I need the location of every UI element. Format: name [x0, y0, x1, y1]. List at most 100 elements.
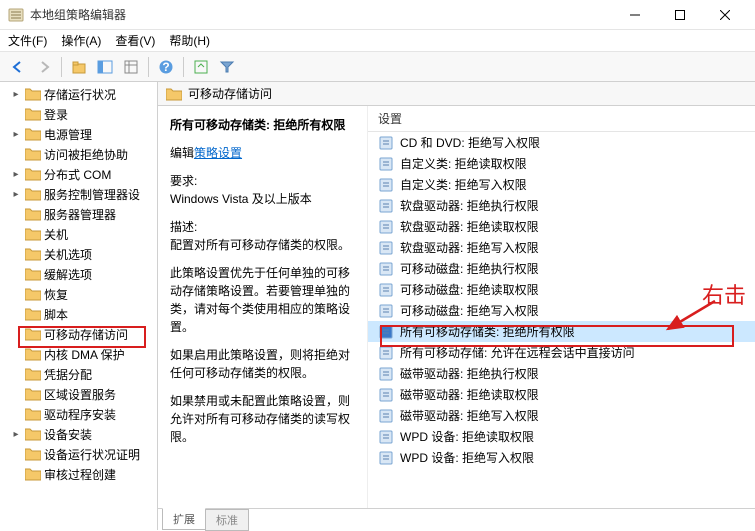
tree-item[interactable]: ▸设备安装	[0, 424, 157, 444]
setting-item[interactable]: 可移动磁盘: 拒绝读取权限	[368, 279, 755, 300]
tree-item-label: 区域设置服务	[44, 386, 116, 403]
menu-action[interactable]: 操作(A)	[61, 32, 101, 49]
tree-item[interactable]: 缓解选项	[0, 264, 157, 284]
folder-icon	[25, 167, 41, 181]
folder-icon	[25, 447, 41, 461]
setting-item[interactable]: 可移动磁盘: 拒绝写入权限	[368, 300, 755, 321]
separator	[183, 57, 184, 77]
tree-item[interactable]: 服务器管理器	[0, 204, 157, 224]
setting-item[interactable]: 磁带驱动器: 拒绝执行权限	[368, 363, 755, 384]
tree-item-label: 内核 DMA 保护	[44, 346, 125, 363]
toolbar: ?	[0, 52, 755, 82]
back-button[interactable]	[6, 55, 30, 79]
minimize-button[interactable]	[612, 0, 657, 30]
tree-item-label: 访问被拒绝协助	[44, 146, 128, 163]
tree-item[interactable]: 内核 DMA 保护	[0, 344, 157, 364]
policy-name: 所有可移动存储类: 拒绝所有权限	[170, 116, 355, 134]
tree-item[interactable]: 登录	[0, 104, 157, 124]
tree-item[interactable]: 驱动程序安装	[0, 404, 157, 424]
tree-item[interactable]: 访问被拒绝协助	[0, 144, 157, 164]
setting-item[interactable]: CD 和 DVD: 拒绝写入权限	[368, 132, 755, 153]
menu-view[interactable]: 查看(V)	[115, 32, 155, 49]
up-button[interactable]	[67, 55, 91, 79]
setting-item[interactable]: WPD 设备: 拒绝写入权限	[368, 447, 755, 468]
setting-item[interactable]: 所有可移动存储类: 拒绝所有权限	[368, 321, 755, 342]
maximize-button[interactable]	[657, 0, 702, 30]
menu-help[interactable]: 帮助(H)	[169, 32, 210, 49]
tab-extended[interactable]: 扩展	[162, 508, 206, 530]
settings-column: 设置 CD 和 DVD: 拒绝写入权限自定义类: 拒绝读取权限自定义类: 拒绝写…	[368, 106, 755, 508]
setting-item[interactable]: 软盘驱动器: 拒绝执行权限	[368, 195, 755, 216]
expander-icon[interactable]: ▸	[10, 189, 22, 200]
expander-icon[interactable]: ▸	[10, 169, 22, 180]
tree-item[interactable]: 审核过程创建	[0, 464, 157, 484]
policy-icon	[378, 282, 394, 298]
setting-item[interactable]: WPD 设备: 拒绝读取权限	[368, 426, 755, 447]
export-list-button[interactable]	[119, 55, 143, 79]
close-button[interactable]	[702, 0, 747, 30]
setting-item[interactable]: 自定义类: 拒绝读取权限	[368, 153, 755, 174]
tree-item[interactable]: ▸电源管理	[0, 124, 157, 144]
policy-icon	[378, 345, 394, 361]
tree-item[interactable]: 关机	[0, 224, 157, 244]
folder-icon	[25, 87, 41, 101]
setting-item[interactable]: 磁带驱动器: 拒绝读取权限	[368, 384, 755, 405]
menu-file[interactable]: 文件(F)	[8, 32, 47, 49]
tree-item-label: 设备运行状况证明	[44, 446, 140, 463]
forward-button[interactable]	[32, 55, 56, 79]
tree-item-label: 关机选项	[44, 246, 92, 263]
folder-icon	[25, 187, 41, 201]
show-hide-tree-button[interactable]	[93, 55, 117, 79]
tab-standard[interactable]: 标准	[205, 509, 249, 531]
policy-icon	[378, 261, 394, 277]
tree-item[interactable]: 脚本	[0, 304, 157, 324]
policy-icon	[378, 156, 394, 172]
setting-item[interactable]: 可移动磁盘: 拒绝执行权限	[368, 258, 755, 279]
setting-item[interactable]: 磁带驱动器: 拒绝写入权限	[368, 405, 755, 426]
folder-icon	[25, 227, 41, 241]
setting-item[interactable]: 所有可移动存储: 允许在远程会话中直接访问	[368, 342, 755, 363]
setting-item[interactable]: 软盘驱动器: 拒绝写入权限	[368, 237, 755, 258]
folder-icon	[25, 147, 41, 161]
folder-icon	[166, 87, 182, 101]
tree-item[interactable]: 恢复	[0, 284, 157, 304]
policy-icon	[378, 303, 394, 319]
refresh-button[interactable]	[189, 55, 213, 79]
tree-panel[interactable]: ▸存储运行状况登录▸电源管理访问被拒绝协助▸分布式 COM▸服务控制管理器设服务…	[0, 82, 158, 530]
setting-item-label: 磁带驱动器: 拒绝执行权限	[400, 365, 539, 382]
tree-item[interactable]: 关机选项	[0, 244, 157, 264]
folder-icon	[25, 207, 41, 221]
separator	[61, 57, 62, 77]
right-header-title: 可移动存储访问	[188, 85, 272, 102]
expander-icon[interactable]: ▸	[10, 129, 22, 140]
tree-item-label: 登录	[44, 106, 68, 123]
expander-icon[interactable]: ▸	[10, 429, 22, 440]
filter-button[interactable]	[215, 55, 239, 79]
settings-header[interactable]: 设置	[368, 106, 755, 132]
tree-item-label: 缓解选项	[44, 266, 92, 283]
tree-item[interactable]: ▸存储运行状况	[0, 84, 157, 104]
tree-item[interactable]: 设备运行状况证明	[0, 444, 157, 464]
edit-policy-link[interactable]: 策略设置	[194, 146, 242, 160]
description-text-3: 如果启用此策略设置，则将拒绝对任何可移动存储类的权限。	[170, 346, 355, 382]
folder-icon	[25, 407, 41, 421]
setting-item-label: 软盘驱动器: 拒绝写入权限	[400, 239, 539, 256]
expander-icon[interactable]: ▸	[10, 89, 22, 100]
titlebar: 本地组策略编辑器	[0, 0, 755, 30]
tree-item[interactable]: 可移动存储访问	[0, 324, 157, 344]
tree-item[interactable]: ▸服务控制管理器设	[0, 184, 157, 204]
help-button[interactable]: ?	[154, 55, 178, 79]
tree-item-label: 服务器管理器	[44, 206, 116, 223]
setting-item[interactable]: 软盘驱动器: 拒绝读取权限	[368, 216, 755, 237]
folder-icon	[25, 427, 41, 441]
tree-item[interactable]: 凭据分配	[0, 364, 157, 384]
setting-item[interactable]: 自定义类: 拒绝写入权限	[368, 174, 755, 195]
policy-icon	[378, 177, 394, 193]
policy-icon	[378, 366, 394, 382]
right-header: 可移动存储访问	[158, 82, 755, 106]
policy-icon	[378, 408, 394, 424]
tree-item[interactable]: ▸分布式 COM	[0, 164, 157, 184]
window-title: 本地组策略编辑器	[30, 6, 612, 23]
folder-icon	[25, 327, 41, 341]
tree-item[interactable]: 区域设置服务	[0, 384, 157, 404]
